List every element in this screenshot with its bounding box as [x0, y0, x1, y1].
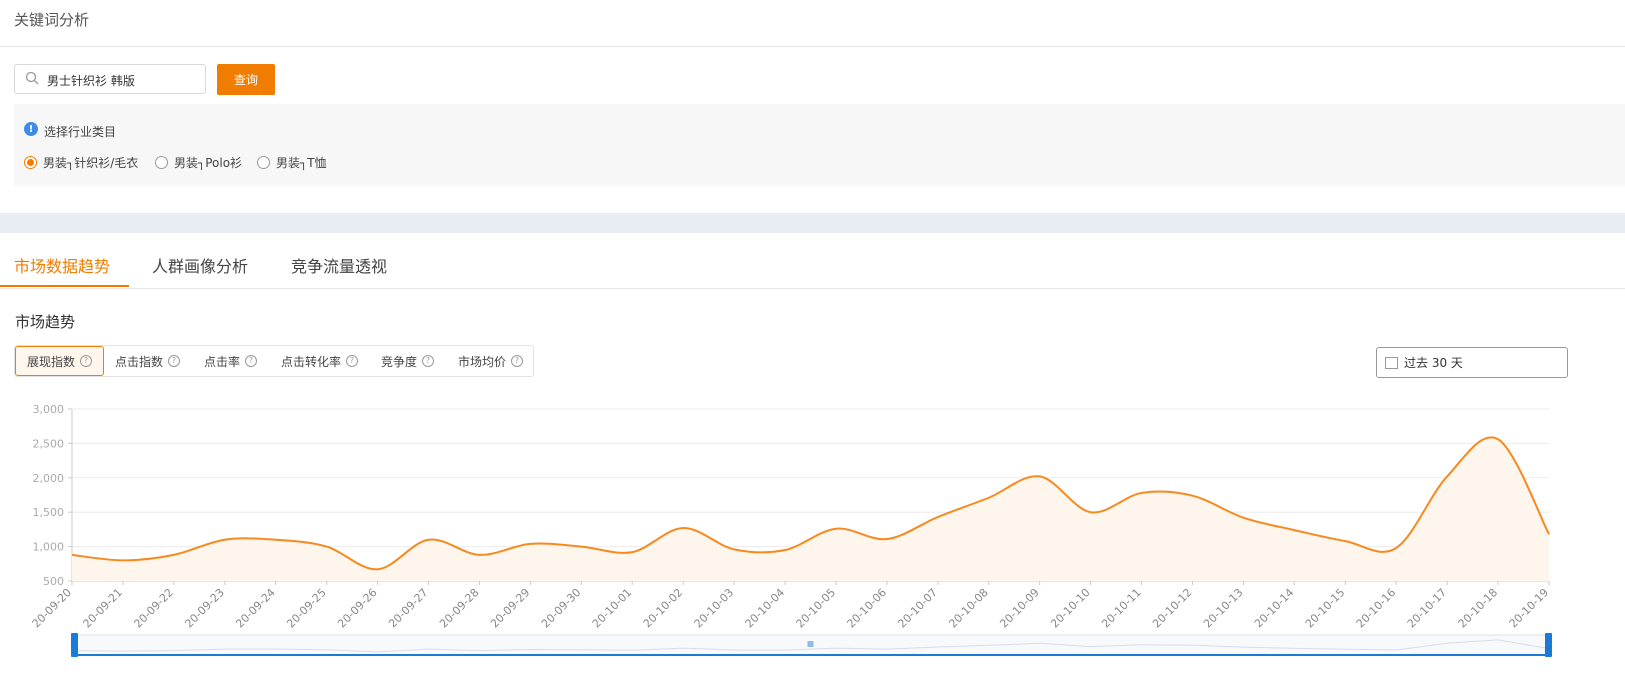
metric-label: 点击转化率 — [281, 354, 342, 369]
x-tick-label: 20-09-23 — [182, 586, 227, 631]
tab-audience[interactable]: 人群画像分析 — [152, 253, 248, 277]
radio-checked-icon — [24, 156, 37, 169]
calendar-icon — [1385, 356, 1398, 369]
zoom-handle-right[interactable] — [1545, 633, 1552, 657]
x-tick-label: 20-10-12 — [1150, 586, 1195, 631]
x-tick-label: 20-10-18 — [1456, 586, 1501, 631]
x-tick-label: 20-09-25 — [284, 586, 329, 631]
trend-chart: 3,0002,5002,0001,5001,00050020-09-20 20-0… — [30, 403, 1552, 657]
x-tick-label: 20-09-27 — [386, 586, 431, 631]
x-tick-label: 20-09-20 — [30, 586, 75, 631]
tab-market-trend[interactable]: 市场数据趋势 — [14, 253, 110, 277]
metric-conversion[interactable]: 点击转化率? — [281, 346, 359, 376]
x-tick-label: 20-10-15 — [1303, 586, 1348, 631]
category-option-label: 男装┐Polo衫 — [174, 156, 243, 170]
metric-label: 竞争度 — [381, 354, 418, 369]
tab-bar: 市场数据趋势 人群画像分析 竞争流量透视 — [0, 234, 1625, 289]
y-tick-label: 1,000 — [33, 541, 65, 554]
metric-label: 展现指数 — [26, 354, 75, 369]
info-icon: ! — [24, 122, 38, 136]
x-tick-label: 20-10-08 — [946, 586, 991, 631]
metric-impressions[interactable]: 展现指数? — [15, 346, 104, 376]
section-separator — [0, 213, 1625, 233]
help-icon: ? — [245, 355, 258, 367]
search-input[interactable]: 男士针织衫 韩版 — [14, 64, 206, 94]
category-option-tshirt[interactable]: 男装┐T恤 — [257, 154, 327, 171]
metric-selector: 展现指数? 点击指数? 点击率? 点击转化率? 竞争度? 市场均价? — [14, 345, 534, 377]
help-icon: ? — [511, 355, 524, 367]
radio-icon — [257, 156, 270, 169]
x-tick-label: 20-09-21 — [81, 586, 126, 631]
zoom-handle-left[interactable] — [71, 633, 78, 657]
x-tick-label: 20-10-03 — [692, 586, 737, 631]
category-label: 选择行业类目 — [44, 125, 117, 139]
x-tick-label: 20-10-19 — [1507, 586, 1552, 631]
help-icon: ? — [168, 355, 181, 367]
metric-clicks[interactable]: 点击指数? — [115, 346, 181, 376]
x-tick-label: 20-10-04 — [743, 586, 788, 631]
search-icon — [25, 71, 39, 85]
x-tick-label: 20-09-24 — [233, 586, 278, 631]
x-tick-label: 20-10-05 — [794, 586, 839, 631]
series-area — [72, 437, 1549, 581]
y-tick-label: 1,500 — [33, 506, 65, 519]
metric-label: 点击指数 — [115, 354, 164, 369]
x-tick-label: 20-09-22 — [131, 586, 176, 631]
x-tick-label: 20-10-06 — [845, 586, 890, 631]
help-icon: ? — [422, 355, 435, 367]
metric-label: 市场均价 — [458, 354, 507, 369]
x-tick-label: 20-10-14 — [1252, 586, 1297, 631]
metric-avg-price[interactable]: 市场均价? — [458, 346, 524, 376]
metric-competition[interactable]: 竞争度? — [381, 346, 435, 376]
x-tick-label: 20-09-28 — [437, 586, 482, 631]
x-tick-label: 20-10-13 — [1201, 586, 1246, 631]
metric-ctr[interactable]: 点击率? — [204, 346, 258, 376]
metric-label: 点击率 — [204, 354, 241, 369]
x-tick-label: 20-10-17 — [1405, 586, 1450, 631]
tab-active-indicator — [0, 285, 129, 287]
x-tick-label: 20-10-10 — [1048, 586, 1093, 631]
category-option-polo[interactable]: 男装┐Polo衫 — [155, 154, 242, 171]
section-title: 市场趋势 — [15, 313, 76, 331]
radio-icon — [155, 156, 168, 169]
x-tick-label: 20-10-02 — [641, 586, 686, 631]
date-range-value: 过去 30 天 — [1404, 356, 1463, 370]
help-icon: ? — [80, 355, 92, 367]
x-tick-label: 20-10-07 — [895, 586, 940, 631]
date-range-picker[interactable]: 过去 30 天 — [1376, 347, 1568, 378]
y-tick-label: 2,500 — [33, 437, 65, 450]
page-title: 关键词分析 — [14, 11, 90, 29]
category-option-knit[interactable]: 男装┐针织衫/毛衣 — [24, 154, 138, 171]
category-option-label: 男装┐针织衫/毛衣 — [43, 156, 139, 170]
divider — [0, 46, 1625, 47]
query-button[interactable]: 查询 — [217, 64, 275, 95]
category-panel — [14, 104, 1625, 186]
zoom-drag-handle[interactable] — [807, 641, 814, 647]
y-tick-label: 500 — [43, 575, 64, 588]
x-tick-label: 20-10-11 — [1099, 586, 1144, 631]
x-tick-label: 20-10-09 — [997, 586, 1042, 631]
x-tick-label: 20-10-01 — [590, 586, 635, 631]
x-tick-label: 20-09-26 — [335, 586, 380, 631]
y-tick-label: 3,000 — [33, 403, 65, 416]
y-tick-label: 2,000 — [33, 472, 65, 485]
x-tick-label: 20-09-29 — [488, 586, 533, 631]
category-option-label: 男装┐T恤 — [276, 156, 327, 170]
x-tick-label: 20-09-30 — [539, 586, 584, 631]
search-input-value: 男士针织衫 韩版 — [47, 74, 135, 88]
x-tick-label: 20-10-16 — [1354, 586, 1399, 631]
help-icon: ? — [346, 355, 359, 367]
tab-competition[interactable]: 竞争流量透视 — [291, 253, 387, 277]
